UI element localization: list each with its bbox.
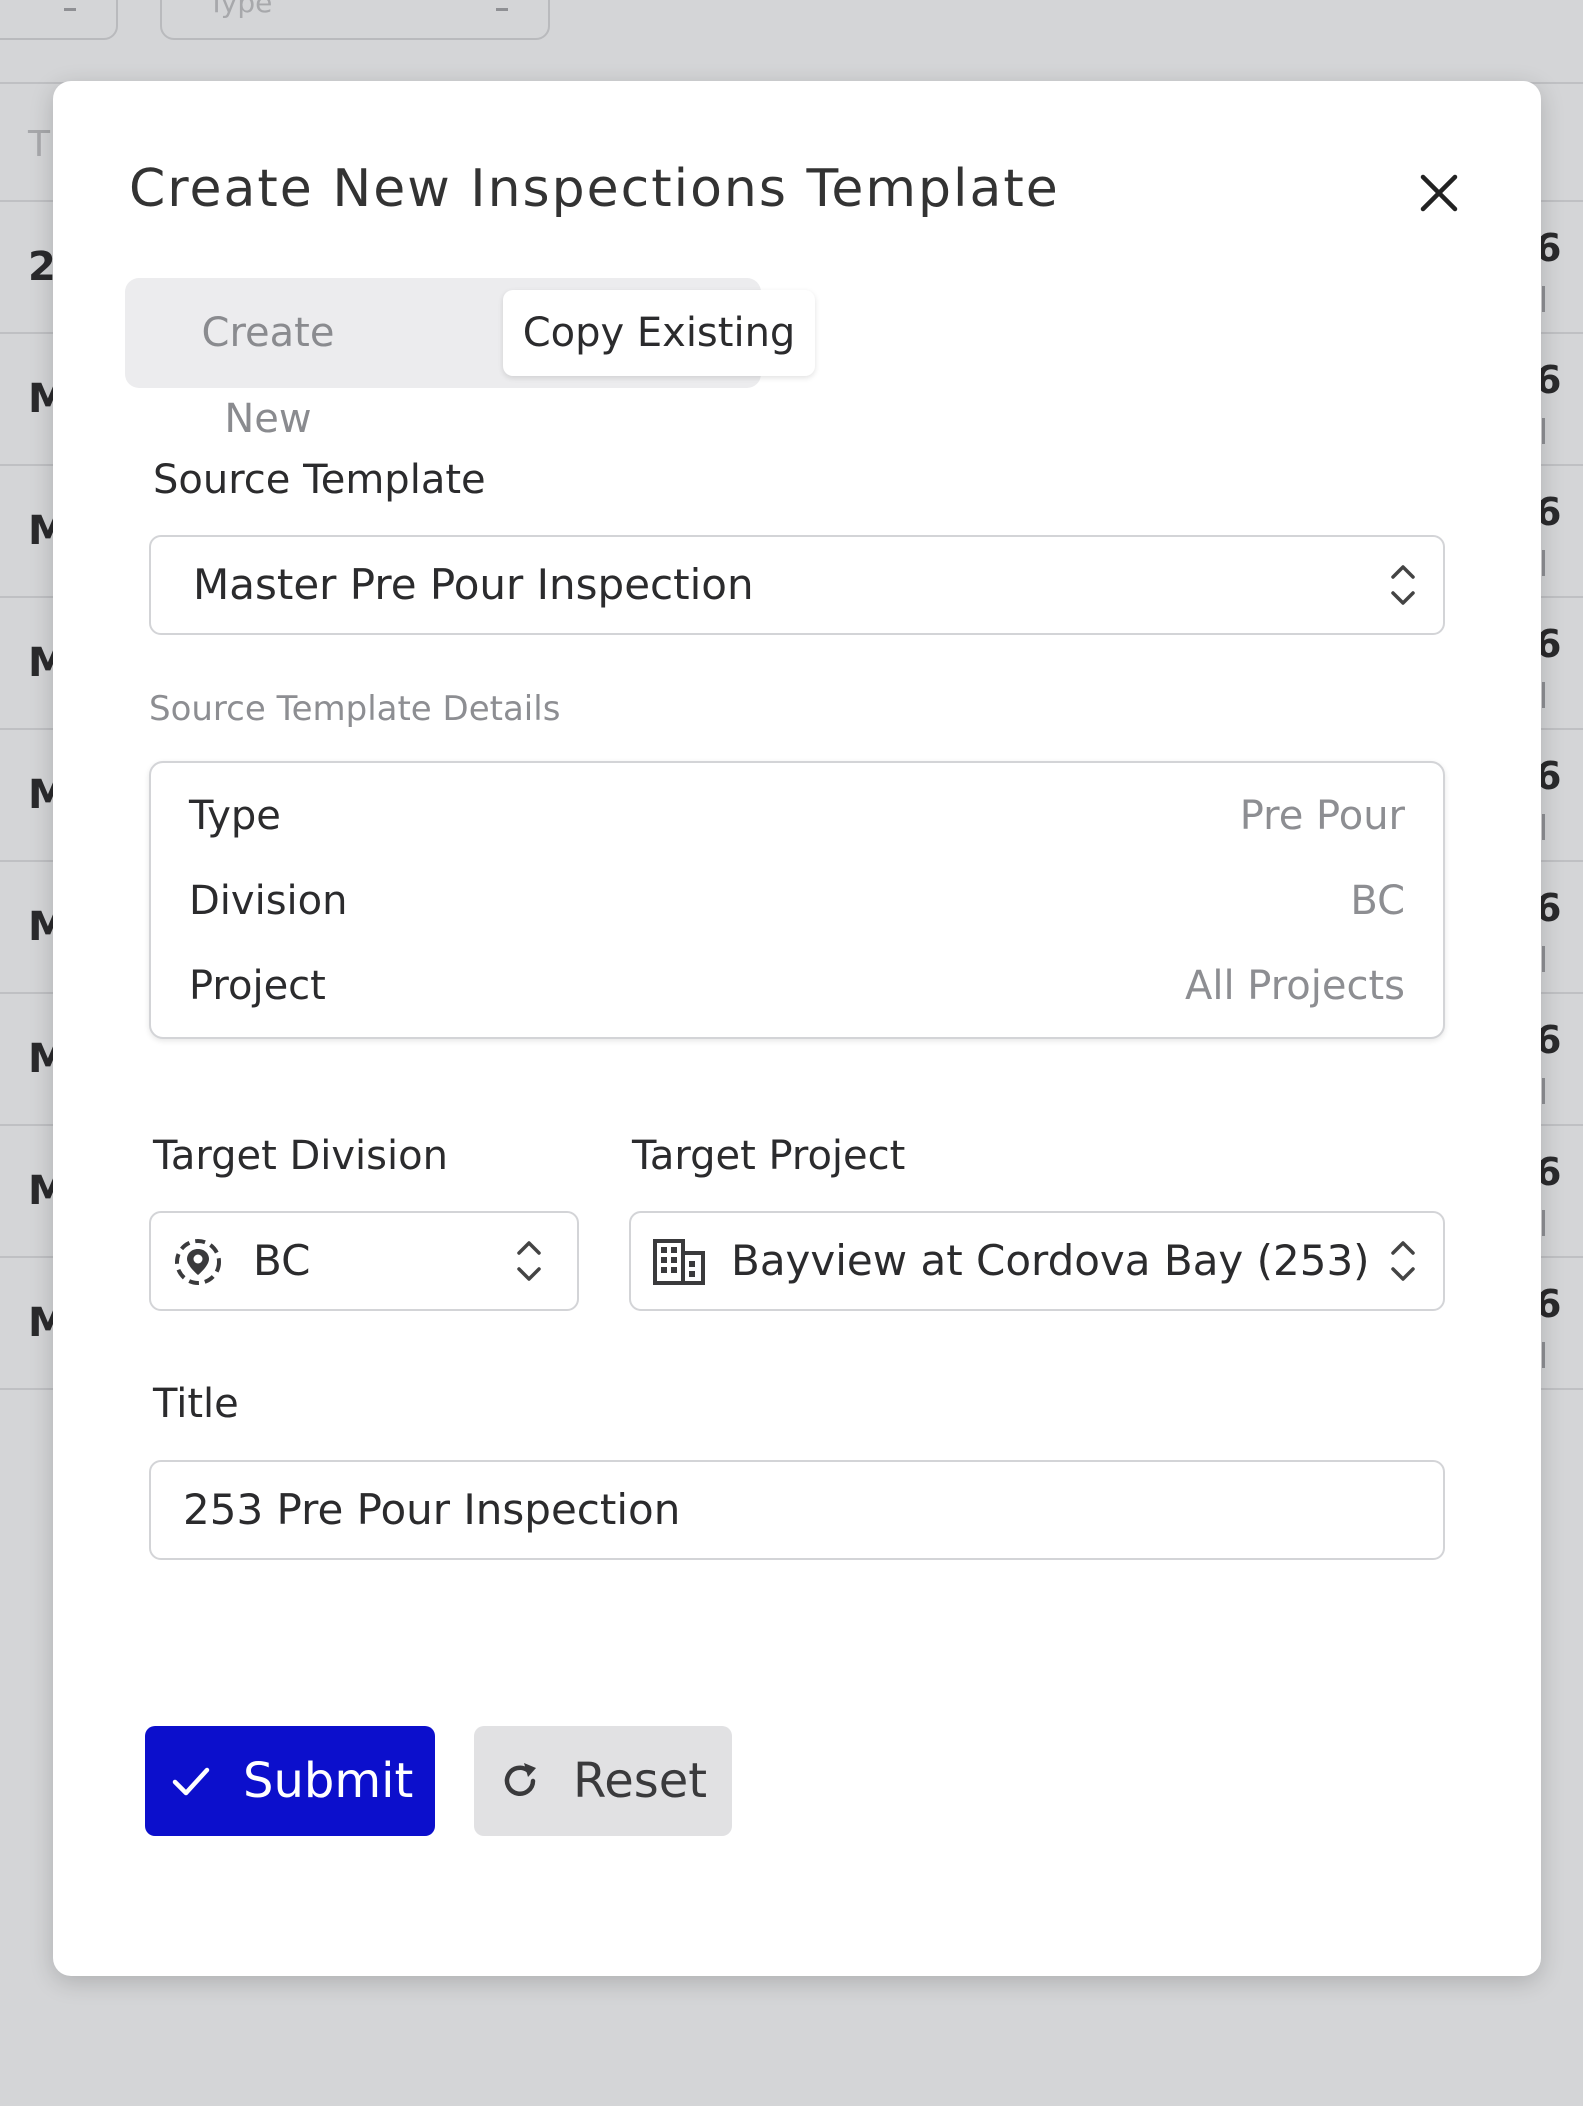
source-template-select[interactable]: Master Pre Pour Inspection bbox=[149, 535, 1445, 635]
close-icon bbox=[1420, 174, 1458, 212]
divider bbox=[1542, 550, 1545, 576]
close-button[interactable] bbox=[1415, 169, 1463, 217]
divider bbox=[1542, 1078, 1545, 1104]
target-division-label: Target Division bbox=[153, 1133, 448, 1179]
source-template-details-label: Source Template Details bbox=[149, 689, 561, 729]
submit-button[interactable]: Submit bbox=[145, 1726, 435, 1836]
dropdown-caret-icon bbox=[64, 8, 76, 11]
create-template-dialog: Create New Inspections Template Create N… bbox=[53, 81, 1541, 1976]
divider bbox=[1542, 682, 1545, 708]
detail-row: Project All Projects bbox=[189, 963, 1405, 1023]
detail-value: BC bbox=[1350, 878, 1405, 924]
submit-label: Submit bbox=[243, 1753, 414, 1809]
divider bbox=[1542, 286, 1545, 312]
detail-value: All Projects bbox=[1185, 963, 1405, 1009]
divider bbox=[1542, 814, 1545, 840]
reset-button[interactable]: Reset bbox=[474, 1726, 732, 1836]
tab-create-new[interactable]: Create New bbox=[153, 290, 383, 442]
detail-row: Division BC bbox=[189, 878, 1405, 938]
mode-segmented-control: Create New Copy Existing bbox=[125, 278, 815, 442]
checkmark-icon bbox=[172, 1767, 210, 1796]
detail-key: Type bbox=[189, 793, 281, 839]
title-input[interactable]: 253 Pre Pour Inspection bbox=[149, 1460, 1445, 1560]
detail-key: Division bbox=[189, 878, 348, 924]
reset-label: Reset bbox=[573, 1753, 708, 1809]
dialog-title: Create New Inspections Template bbox=[129, 159, 1060, 219]
dropdown-caret-icon bbox=[496, 8, 508, 11]
type-filter-dropdown: Type bbox=[160, 0, 550, 40]
building-icon bbox=[653, 1239, 705, 1285]
source-template-value: Master Pre Pour Inspection bbox=[193, 560, 754, 609]
detail-row: Type Pre Pour bbox=[189, 793, 1405, 853]
divider bbox=[1542, 946, 1545, 972]
detail-value: Pre Pour bbox=[1239, 793, 1405, 839]
location-target-icon bbox=[175, 1239, 221, 1285]
target-project-value: Bayview at Cordova Bay (253) bbox=[731, 1236, 1370, 1285]
target-project-label: Target Project bbox=[632, 1133, 906, 1179]
refresh-icon bbox=[504, 1763, 536, 1796]
detail-key: Project bbox=[189, 963, 326, 1009]
select-chevrons-icon bbox=[1391, 565, 1415, 605]
table-header-cell: T bbox=[28, 124, 50, 165]
target-division-select[interactable]: BC bbox=[149, 1211, 579, 1311]
divider bbox=[1542, 418, 1545, 444]
select-chevrons-icon bbox=[517, 1241, 541, 1281]
filter-dropdown bbox=[0, 0, 118, 40]
divider bbox=[1542, 1210, 1545, 1236]
title-label: Title bbox=[153, 1381, 239, 1427]
target-project-select[interactable]: Bayview at Cordova Bay (253) bbox=[629, 1211, 1445, 1311]
source-template-details-card: Type Pre Pour Division BC Project All Pr… bbox=[149, 761, 1445, 1039]
target-division-value: BC bbox=[253, 1236, 311, 1285]
source-template-label: Source Template bbox=[153, 457, 486, 503]
select-chevrons-icon bbox=[1391, 1241, 1415, 1281]
table-cell: 2 bbox=[28, 244, 56, 290]
type-filter-placeholder: Type bbox=[208, 0, 273, 19]
divider bbox=[1542, 1342, 1545, 1368]
tab-copy-existing[interactable]: Copy Existing bbox=[503, 290, 815, 376]
